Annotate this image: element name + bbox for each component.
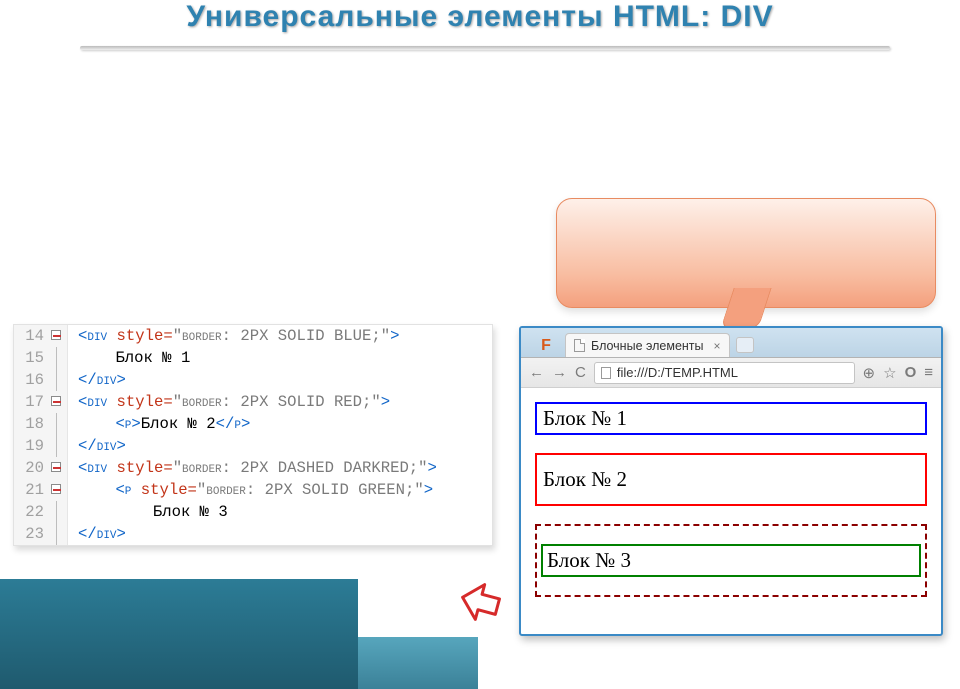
- browser-viewport: Блок № 1 Блок № 2 Блок № 3: [521, 388, 941, 611]
- url-bar[interactable]: file:///D:/TEMP.HTML: [594, 362, 855, 384]
- menu-icon[interactable]: ≡: [924, 364, 933, 381]
- line-number: 23: [18, 523, 44, 545]
- page-title: Универсальные элементы HTML: DIV: [0, 0, 960, 34]
- tabbar: F Блочные элементы ×: [521, 328, 941, 358]
- tab-title: Блочные элементы: [591, 339, 704, 353]
- fold-gutter: [48, 325, 68, 545]
- forward-icon[interactable]: →: [552, 364, 567, 381]
- arrow-icon: [458, 580, 502, 624]
- code-editor: 14 15 16 17 18 19 20 21 22 23 <div style…: [13, 324, 493, 546]
- document-icon: [601, 367, 611, 379]
- url-text: file:///D:/TEMP.HTML: [617, 365, 738, 380]
- zoom-icon[interactable]: ⊕: [863, 364, 876, 382]
- browser-tab[interactable]: Блочные элементы ×: [565, 333, 730, 357]
- decor-shape-1: [0, 579, 358, 689]
- line-number: 14: [18, 325, 44, 347]
- fold-minus-icon[interactable]: [51, 484, 61, 494]
- back-icon[interactable]: ←: [529, 364, 544, 381]
- callout-bubble: [556, 198, 936, 308]
- block-2: Блок № 2: [535, 453, 927, 506]
- line-number: 15: [18, 347, 44, 369]
- block-1: Блок № 1: [535, 402, 927, 435]
- browser-logo-icon: F: [527, 335, 565, 357]
- fold-minus-icon[interactable]: [51, 396, 61, 406]
- line-number: 21: [18, 479, 44, 501]
- line-number: 16: [18, 369, 44, 391]
- new-tab-button[interactable]: [736, 337, 754, 353]
- document-icon: [574, 339, 585, 352]
- line-number: 22: [18, 501, 44, 523]
- block-3: Блок № 3: [541, 544, 921, 577]
- line-number: 19: [18, 435, 44, 457]
- code-body[interactable]: <div style="border: 2PX SOLID BLUE;"> Бл…: [68, 325, 492, 545]
- fold-minus-icon[interactable]: [51, 462, 61, 472]
- browser-window: F Блочные элементы × ← → C file:///D:/TE…: [519, 326, 943, 636]
- title-divider: [80, 46, 890, 50]
- decor-shape-2: [358, 637, 478, 689]
- block-3-outer: Блок № 3: [535, 524, 927, 597]
- line-gutter: 14 15 16 17 18 19 20 21 22 23: [14, 325, 48, 545]
- close-icon[interactable]: ×: [714, 339, 721, 353]
- opera-icon[interactable]: O: [905, 364, 917, 381]
- star-icon[interactable]: ☆: [883, 364, 896, 382]
- line-number: 20: [18, 457, 44, 479]
- line-number: 17: [18, 391, 44, 413]
- fold-minus-icon[interactable]: [51, 330, 61, 340]
- browser-toolbar: ← → C file:///D:/TEMP.HTML ⊕ ☆ O ≡: [521, 358, 941, 388]
- line-number: 18: [18, 413, 44, 435]
- reload-icon[interactable]: C: [575, 364, 586, 381]
